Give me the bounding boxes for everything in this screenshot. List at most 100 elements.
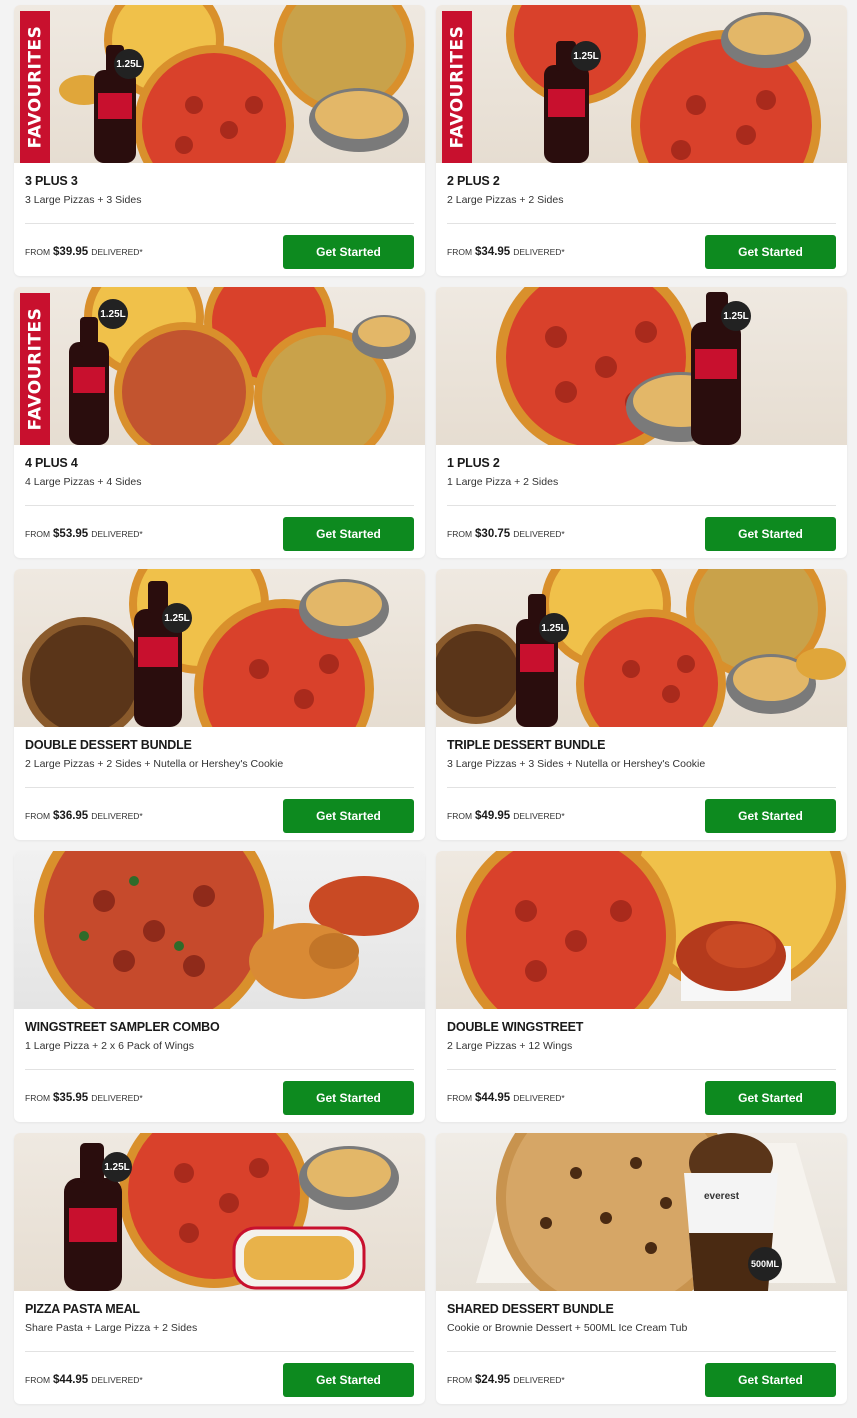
deal-card-pizza-pasta-meal: 1.25L PIZZA PASTA MEAL Share Pasta + Lar… xyxy=(14,1133,425,1404)
deal-title: DOUBLE DESSERT BUNDLE xyxy=(25,738,192,752)
from-label: FROM xyxy=(447,247,473,257)
deal-image: FAVOURITES 1.25L xyxy=(14,5,425,163)
delivered-label: DELIVERED* xyxy=(513,247,565,257)
deal-description: Share Pasta + Large Pizza + 2 Sides xyxy=(25,1322,198,1334)
deal-title: DOUBLE WINGSTREET xyxy=(447,1020,584,1034)
deal-price: FROM $36.95 DELIVERED* xyxy=(25,810,143,822)
deal-price: FROM $49.95 DELIVERED* xyxy=(447,810,565,822)
get-started-button[interactable]: Get Started xyxy=(283,517,414,551)
delivered-label: DELIVERED* xyxy=(513,811,565,821)
cookie-image xyxy=(22,617,146,727)
divider xyxy=(447,787,836,788)
deal-price: FROM $44.95 DELIVERED* xyxy=(447,1092,565,1104)
price-amount: $35.95 xyxy=(53,1092,89,1104)
deal-image: 1.25L xyxy=(14,1133,425,1291)
bottle-size-badge: 1.25L xyxy=(102,1152,132,1182)
deal-card-3-plus-3: FAVOURITES 1.25L 3 PLUS 3 3 Large Pizzas… xyxy=(14,5,425,276)
delivered-label: DELIVERED* xyxy=(91,811,143,821)
deal-image xyxy=(436,851,847,1009)
divider xyxy=(447,1069,836,1070)
deal-price: FROM $30.75 DELIVERED* xyxy=(447,528,565,540)
get-started-button[interactable]: Get Started xyxy=(705,799,836,833)
delivered-label: DELIVERED* xyxy=(91,247,143,257)
bottle-size-badge: 1.25L xyxy=(98,299,128,329)
divider xyxy=(25,223,414,224)
from-label: FROM xyxy=(447,1093,473,1103)
price-amount: $44.95 xyxy=(53,1374,89,1386)
delivered-label: DELIVERED* xyxy=(513,1093,565,1103)
get-started-button[interactable]: Get Started xyxy=(705,1363,836,1397)
deal-price: FROM $24.95 DELIVERED* xyxy=(447,1374,565,1386)
cookie-image xyxy=(476,1133,836,1291)
deal-image: 1.25L xyxy=(436,569,847,727)
deal-title: WINGSTREET SAMPLER COMBO xyxy=(25,1020,220,1034)
deal-image: 1.25L xyxy=(14,569,425,727)
deal-price: FROM $35.95 DELIVERED* xyxy=(25,1092,143,1104)
get-started-button[interactable]: Get Started xyxy=(705,517,836,551)
delivered-label: DELIVERED* xyxy=(513,1375,565,1385)
bottle-size-badge: 1.25L xyxy=(571,41,601,71)
price-amount: $36.95 xyxy=(53,810,89,822)
deal-image: everest 500ML xyxy=(436,1133,847,1291)
get-started-button[interactable]: Get Started xyxy=(283,1081,414,1115)
deal-description: 1 Large Pizza + 2 Sides xyxy=(447,476,559,488)
bottle-size-badge: 1.25L xyxy=(162,603,192,633)
deal-card-wingstreet-sampler-combo: WINGSTREET SAMPLER COMBO 1 Large Pizza +… xyxy=(14,851,425,1122)
divider xyxy=(447,1351,836,1352)
get-started-button[interactable]: Get Started xyxy=(705,235,836,269)
deal-card-triple-dessert-bundle: 1.25L TRIPLE DESSERT BUNDLE 3 Large Pizz… xyxy=(436,569,847,840)
deal-card-double-wingstreet: DOUBLE WINGSTREET 2 Large Pizzas + 12 Wi… xyxy=(436,851,847,1122)
deal-image xyxy=(14,851,425,1009)
deal-description: 2 Large Pizzas + 2 Sides + Nutella or He… xyxy=(25,758,284,770)
ice-cream-brand: everest xyxy=(704,1191,740,1202)
deal-description: 1 Large Pizza + 2 x 6 Pack of Wings xyxy=(25,1040,194,1052)
deal-card-2-plus-2: FAVOURITES 1.25L 2 PLUS 2 2 Large Pizzas… xyxy=(436,5,847,276)
favourites-badge: FAVOURITES xyxy=(442,11,472,163)
get-started-button[interactable]: Get Started xyxy=(283,799,414,833)
delivered-label: DELIVERED* xyxy=(91,1375,143,1385)
get-started-button[interactable]: Get Started xyxy=(283,235,414,269)
delivered-label: DELIVERED* xyxy=(91,529,143,539)
divider xyxy=(25,505,414,506)
delivered-label: DELIVERED* xyxy=(513,529,565,539)
divider xyxy=(25,1069,414,1070)
deal-image: 1.25L xyxy=(436,287,847,445)
pizza-image xyxy=(541,569,846,727)
bottle-size-badge: 1.25L xyxy=(539,613,569,643)
deal-description: Cookie or Brownie Dessert + 500ML Ice Cr… xyxy=(447,1322,688,1334)
deal-title: SHARED DESSERT BUNDLE xyxy=(447,1302,614,1316)
deal-card-4-plus-4: FAVOURITES 1.25L 4 PLUS 4 4 Large Pizzas… xyxy=(14,287,425,558)
divider xyxy=(25,1351,414,1352)
deal-image: FAVOURITES 1.25L xyxy=(14,287,425,445)
price-amount: $49.95 xyxy=(475,810,511,822)
from-label: FROM xyxy=(447,529,473,539)
divider xyxy=(447,223,836,224)
pizza-image xyxy=(34,851,274,1009)
deal-price: FROM $44.95 DELIVERED* xyxy=(25,1374,143,1386)
price-amount: $39.95 xyxy=(53,246,89,258)
deal-price: FROM $39.95 DELIVERED* xyxy=(25,246,143,258)
divider xyxy=(25,787,414,788)
cookie-image xyxy=(436,624,526,724)
delivered-label: DELIVERED* xyxy=(91,1093,143,1103)
get-started-button[interactable]: Get Started xyxy=(705,1081,836,1115)
tub-size-badge: 500ML xyxy=(748,1247,782,1281)
deal-card-double-dessert-bundle: 1.25L DOUBLE DESSERT BUNDLE 2 Large Pizz… xyxy=(14,569,425,840)
bottle-size-badge: 1.25L xyxy=(721,301,751,331)
deal-title: 1 PLUS 2 xyxy=(447,456,500,470)
deal-description: 3 Large Pizzas + 3 Sides + Nutella or He… xyxy=(447,758,706,770)
deal-image: FAVOURITES 1.25L xyxy=(436,5,847,163)
from-label: FROM xyxy=(447,1375,473,1385)
price-amount: $34.95 xyxy=(475,246,511,258)
deal-title: 3 PLUS 3 xyxy=(25,174,78,188)
price-amount: $44.95 xyxy=(475,1092,511,1104)
favourites-badge: FAVOURITES xyxy=(20,293,50,445)
from-label: FROM xyxy=(25,1375,51,1385)
divider xyxy=(447,505,836,506)
deal-description: 3 Large Pizzas + 3 Sides xyxy=(25,194,142,206)
price-amount: $24.95 xyxy=(475,1374,511,1386)
from-label: FROM xyxy=(447,811,473,821)
get-started-button[interactable]: Get Started xyxy=(283,1363,414,1397)
from-label: FROM xyxy=(25,247,51,257)
from-label: FROM xyxy=(25,529,51,539)
